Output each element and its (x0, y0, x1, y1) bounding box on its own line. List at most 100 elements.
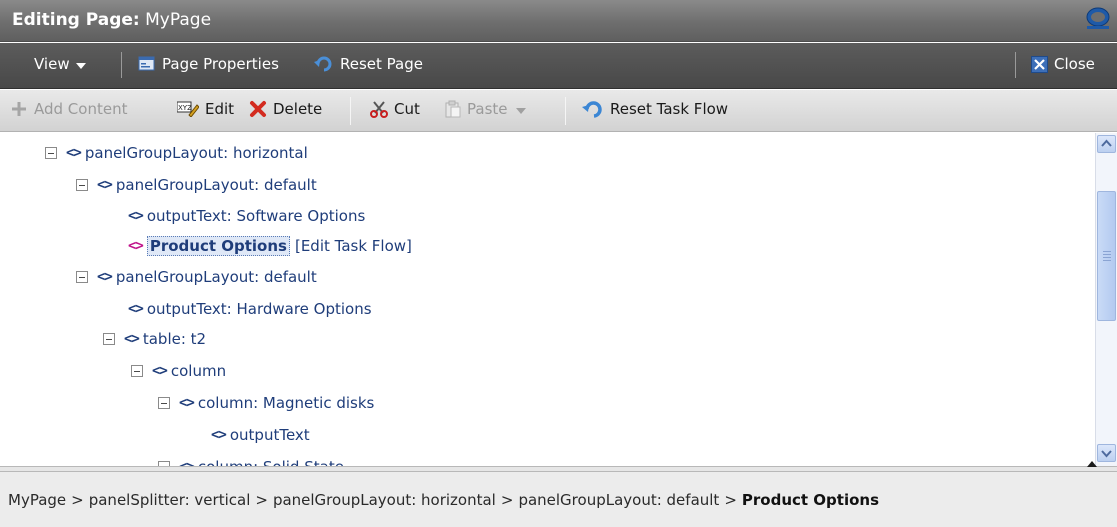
add-content-label: Add Content (34, 100, 128, 118)
tree-node[interactable]: <> panelGroupLayout: default (76, 263, 317, 291)
edit-task-flow-link[interactable]: [Edit Task Flow] (295, 237, 412, 255)
component-tag-icon: <> (124, 331, 140, 347)
delete-button[interactable]: Delete (249, 100, 322, 118)
close-button[interactable]: Close (1031, 55, 1095, 73)
breadcrumb-item[interactable]: MyPage (8, 491, 66, 509)
chevron-up-icon (1101, 139, 1112, 147)
component-tag-icon: <> (179, 395, 195, 411)
breadcrumb-item[interactable]: panelSplitter: vertical (89, 491, 251, 509)
splitter-collapse-icon[interactable] (1087, 461, 1097, 467)
menu-separator (1015, 52, 1016, 78)
page-properties-icon (138, 56, 155, 71)
tree-node-label: Product Options (146, 236, 290, 256)
collapse-icon[interactable] (131, 365, 143, 377)
delete-x-icon (250, 101, 266, 117)
plus-icon (12, 102, 26, 116)
breadcrumb-separator: > (255, 490, 268, 509)
page-properties-button[interactable]: Page Properties (138, 55, 279, 73)
collapse-icon[interactable] (158, 397, 170, 409)
tree-node[interactable]: <> column: Solid State (158, 453, 344, 466)
tree-node-label: outputText: Hardware Options (146, 300, 372, 318)
component-tag-icon: <> (66, 145, 82, 161)
tree-node-label: outputText: Software Options (146, 207, 366, 225)
breadcrumb-separator: > (724, 490, 737, 509)
tree-node-selected[interactable]: <> Product Options [Edit Task Flow] (128, 232, 412, 260)
tree-node-label: table: t2 (142, 330, 207, 348)
paste-label: Paste (467, 100, 508, 118)
component-tag-icon: <> (152, 363, 168, 379)
tree-node[interactable]: <> panelGroupLayout: default (76, 171, 317, 199)
tree-node-label: column: Magnetic disks (197, 394, 375, 412)
title-page-name: MyPage (145, 10, 212, 30)
view-menu[interactable]: View (34, 55, 86, 73)
component-tag-icon: <> (128, 301, 144, 317)
clipboard-icon (445, 100, 461, 118)
edit-toolbar: Add Content XYZ Edit Delete Cut Paste Re… (0, 90, 1117, 132)
page-title: Editing Page: MyPage (12, 10, 211, 30)
tree-node[interactable]: <> outputText: Hardware Options (128, 295, 372, 323)
breadcrumb-current: Product Options (741, 490, 879, 509)
tree-node[interactable]: <> column: Magnetic disks (158, 389, 374, 417)
component-tag-icon: <> (97, 177, 113, 193)
title-bar: Editing Page: MyPage (0, 0, 1117, 42)
toolbar-separator (350, 97, 351, 125)
reset-task-flow-button[interactable]: Reset Task Flow (582, 100, 728, 118)
breadcrumb-separator: > (500, 490, 514, 509)
tree-node[interactable]: <> outputText (211, 421, 310, 449)
paste-button[interactable]: Paste (445, 100, 526, 118)
tree-node-label: panelGroupLayout: default (115, 268, 317, 286)
cut-button[interactable]: Cut (370, 100, 420, 118)
tree-node-label: column: Solid State (198, 458, 344, 466)
scissors-icon (370, 101, 388, 118)
scroll-thumb[interactable] (1097, 191, 1116, 321)
tree-node-label: outputText (229, 426, 310, 444)
oracle-logo (1086, 7, 1110, 29)
edit-button[interactable]: XYZ Edit (177, 100, 234, 118)
edit-icon: XYZ (177, 101, 199, 117)
component-tree: <> panelGroupLayout: horizontal <> panel… (0, 133, 1117, 466)
scroll-down-button[interactable] (1097, 444, 1116, 462)
tree-node-label: panelGroupLayout: default (115, 176, 317, 194)
scroll-up-button[interactable] (1097, 135, 1116, 153)
collapse-icon[interactable] (76, 271, 88, 283)
breadcrumb-item[interactable]: panelGroupLayout: default (518, 491, 719, 509)
collapse-icon[interactable] (103, 333, 115, 345)
component-tag-icon: <> (179, 459, 195, 466)
page-properties-label: Page Properties (162, 55, 279, 73)
undo-arrow-icon (314, 56, 332, 72)
tree-node[interactable]: <> panelGroupLayout: horizontal (45, 139, 308, 167)
tree-node[interactable]: <> column (131, 357, 226, 385)
undo-arrow-icon (582, 101, 602, 118)
tree-node[interactable]: <> outputText: Software Options (128, 202, 365, 230)
reset-page-label: Reset Page (340, 55, 423, 73)
tree-node-label: panelGroupLayout: horizontal (84, 144, 308, 162)
delete-label: Delete (273, 100, 323, 118)
breadcrumb-separator: > (71, 490, 84, 509)
caret-down-icon (515, 107, 526, 114)
close-label: Close (1054, 55, 1095, 73)
tree-scrollbar[interactable] (1095, 133, 1117, 466)
reset-page-button[interactable]: Reset Page (314, 55, 423, 73)
collapse-icon[interactable] (76, 179, 88, 191)
breadcrumb: MyPage > panelSplitter: vertical > panel… (0, 472, 1117, 527)
breadcrumb-item[interactable]: panelGroupLayout: horizontal (273, 491, 496, 509)
component-tag-icon: <> (97, 269, 113, 285)
tree-node-label: column (170, 362, 227, 380)
close-x-icon (1031, 55, 1048, 73)
menu-bar: View Page Properties Reset Page Close (0, 43, 1117, 89)
caret-down-icon (75, 62, 86, 69)
toolbar-separator (565, 97, 566, 125)
chevron-down-icon (1101, 450, 1112, 458)
cut-label: Cut (394, 100, 420, 118)
title-prefix: Editing Page: (12, 10, 140, 30)
task-flow-tag-icon: <> (128, 238, 144, 254)
menu-separator (121, 52, 122, 78)
collapse-icon[interactable] (45, 147, 57, 159)
svg-text:XYZ: XYZ (178, 104, 192, 112)
edit-label: Edit (205, 100, 235, 118)
tree-node[interactable]: <> table: t2 (103, 325, 206, 353)
add-content-button[interactable]: Add Content (10, 100, 127, 118)
view-menu-label: View (34, 55, 70, 73)
component-tag-icon: <> (128, 208, 144, 224)
reset-task-flow-label: Reset Task Flow (610, 100, 729, 118)
